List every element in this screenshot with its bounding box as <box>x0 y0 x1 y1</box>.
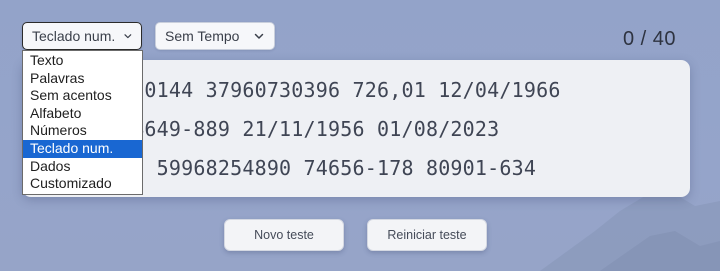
progress-counter: 0 / 40 <box>622 28 676 50</box>
mode-select-label: Teclado num. <box>32 28 116 44</box>
dropdown-option[interactable]: Números <box>23 122 142 140</box>
mode-select[interactable]: Teclado num. <box>22 22 142 50</box>
dropdown-option[interactable]: Teclado num. <box>23 139 142 158</box>
time-select[interactable]: Sem Tempo <box>155 22 275 50</box>
time-select-label: Sem Tempo <box>165 28 240 44</box>
chevron-down-icon <box>255 33 264 39</box>
dropdown-option[interactable]: Sem acentos <box>23 87 142 105</box>
new-test-button[interactable]: Novo teste <box>224 219 344 251</box>
dropdown-option[interactable]: Palavras <box>23 70 142 88</box>
dropdown-option[interactable]: Dados <box>23 158 142 176</box>
mode-dropdown-list[interactable]: Texto Palavras Sem acentos Alfabeto Núme… <box>22 50 143 195</box>
dropdown-option[interactable]: Alfabeto <box>23 105 142 123</box>
restart-test-button[interactable]: Reiniciar teste <box>367 219 487 251</box>
dropdown-option[interactable]: Customizado <box>23 175 142 193</box>
chevron-down-icon <box>124 34 132 39</box>
dropdown-option[interactable]: Texto <box>23 52 142 70</box>
